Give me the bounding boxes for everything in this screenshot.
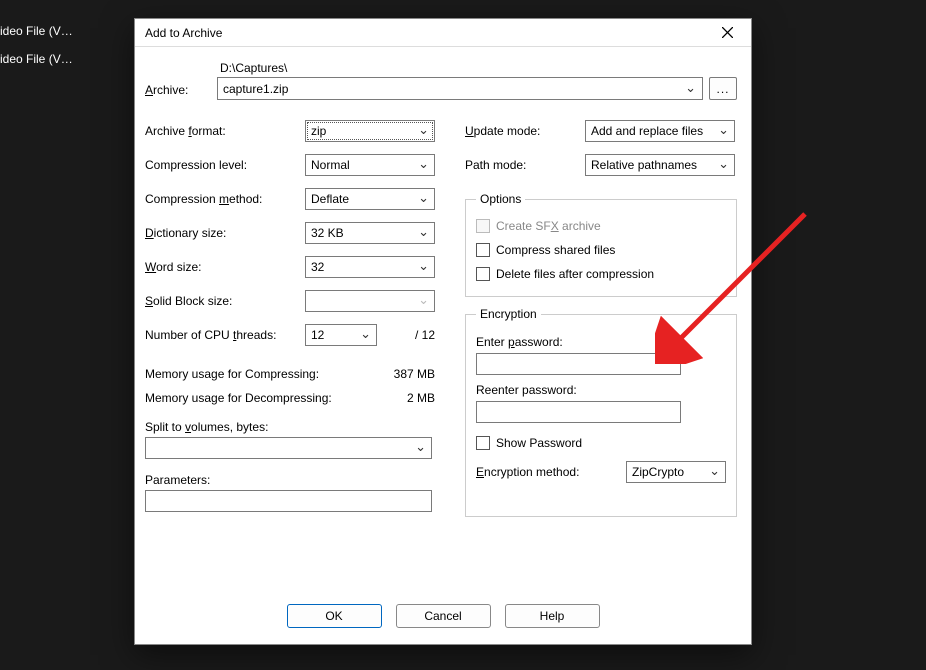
mem-compress-label: Memory usage for Compressing: [145,367,319,381]
archive-filename-input[interactable]: capture1.zip [217,77,703,100]
cancel-button[interactable]: Cancel [396,604,491,628]
close-icon [722,27,733,38]
compress-shared-label: Compress shared files [496,243,615,257]
cpu-threads-label: Number of CPU threads: [145,328,305,342]
titlebar: Add to Archive [135,19,751,47]
dialog-title: Add to Archive [145,26,222,40]
mem-compress-value: 387 MB [394,367,435,381]
show-password-label: Show Password [496,436,582,450]
bg-file-row-2: ideo File (V… [0,52,73,66]
parameters-input[interactable] [145,490,432,512]
compression-level-label: Compression level: [145,158,305,172]
cpu-threads-dropdown[interactable]: 12 [305,324,377,346]
compression-method-label: Compression method: [145,192,305,206]
delete-after-label: Delete files after compression [496,267,654,281]
update-mode-dropdown[interactable]: Add and replace files [585,120,735,142]
help-button[interactable]: Help [505,604,600,628]
bg-file-row-1: ideo File (V… [0,24,73,38]
add-to-archive-dialog: Add to Archive Archive: D:\Captures\ cap… [134,18,752,645]
encryption-method-dropdown[interactable]: ZipCrypto [626,461,726,483]
mem-decompress-label: Memory usage for Decompressing: [145,391,332,405]
solid-block-size-label: Solid Block size: [145,294,305,308]
sfx-checkbox-label: Create SFX archive [496,219,601,233]
ok-button[interactable]: OK [287,604,382,628]
reenter-password-label: Reenter password: [476,383,726,397]
browse-button[interactable]: ... [709,77,737,100]
encryption-fieldset: Encryption Enter password: Reenter passw… [465,307,737,517]
compress-shared-checkbox[interactable] [476,243,490,257]
enter-password-label: Enter password: [476,335,726,349]
archive-path-label: D:\Captures\ [220,61,737,75]
archive-label: Archive: [145,61,205,97]
archive-format-label: Archive format: [145,124,305,138]
encryption-legend: Encryption [476,307,541,321]
sfx-checkbox [476,219,490,233]
path-mode-dropdown[interactable]: Relative pathnames [585,154,735,176]
dictionary-size-label: Dictionary size: [145,226,305,240]
word-size-dropdown[interactable]: 32 [305,256,435,278]
options-legend: Options [476,192,525,206]
split-volumes-dropdown[interactable] [145,437,432,459]
close-button[interactable] [707,20,747,46]
solid-block-size-dropdown [305,290,435,312]
show-password-checkbox[interactable] [476,436,490,450]
encryption-method-label: Encryption method: [476,465,579,479]
word-size-label: Word size: [145,260,305,274]
split-volumes-label: Split to volumes, bytes: [145,420,435,434]
options-fieldset: Options Create SFX archive Compress shar… [465,192,737,297]
delete-after-checkbox[interactable] [476,267,490,281]
archive-format-dropdown[interactable]: zip [305,120,435,142]
update-mode-label: Update mode: [465,124,585,138]
mem-decompress-value: 2 MB [407,391,435,405]
compression-method-dropdown[interactable]: Deflate [305,188,435,210]
cpu-threads-max: / 12 [415,328,435,342]
parameters-label: Parameters: [145,473,435,487]
compression-level-dropdown[interactable]: Normal [305,154,435,176]
enter-password-input[interactable] [476,353,681,375]
dialog-footer: OK Cancel Help [135,592,751,644]
archive-filename-text: capture1.zip [223,82,288,96]
reenter-password-input[interactable] [476,401,681,423]
path-mode-label: Path mode: [465,158,585,172]
dictionary-size-dropdown[interactable]: 32 KB [305,222,435,244]
